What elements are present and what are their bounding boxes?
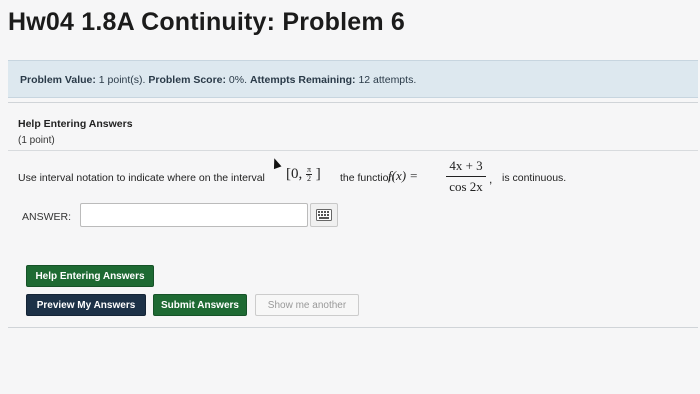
interval-left: [0, [286, 166, 303, 182]
interval-expression: [0, π 2 ] [286, 166, 321, 183]
problem-value-label: Problem Value: [20, 74, 96, 86]
problem-statement: Use interval notation to indicate where … [18, 158, 688, 198]
equation-editor-button[interactable] [310, 203, 338, 227]
divider [8, 102, 698, 103]
help-entering-answers-heading: Help Entering Answers [18, 118, 133, 130]
interval-right: ] [315, 166, 321, 182]
problem-score-label: Problem Score: [148, 74, 226, 86]
function-denominator: cos 2x [449, 179, 483, 194]
answer-input[interactable] [80, 203, 308, 227]
attempts-remaining-text: 12 attempts. [358, 74, 417, 86]
page-title: Hw04 1.8A Continuity: Problem 6 [8, 8, 406, 36]
function-fraction: 4x + 3 cos 2x [446, 158, 486, 195]
problem-info-bar: Problem Value: 1 point(s). Problem Score… [8, 60, 698, 98]
function-numerator: 4x + 3 [446, 158, 486, 177]
divider [8, 150, 698, 151]
question-text-end: is continuous. [502, 172, 567, 184]
problem-info-row: Problem Value: 1 point(s). Problem Score… [20, 74, 416, 86]
help-entering-answers-button[interactable]: Help Entering Answers [26, 265, 154, 287]
comma: , [489, 172, 493, 186]
interval-frac-denominator: 2 [307, 174, 312, 184]
keyboard-icon [316, 209, 332, 221]
question-text-middle: the function [340, 172, 395, 184]
problem-score-text: 0%. [228, 74, 248, 86]
interval-fraction: π 2 [306, 166, 313, 184]
divider [8, 327, 698, 328]
show-me-another-button[interactable]: Show me another [255, 294, 359, 316]
submit-answers-button[interactable]: Submit Answers [153, 294, 247, 316]
function-name: f(x) = [388, 168, 419, 183]
preview-my-answers-button[interactable]: Preview My Answers [26, 294, 146, 316]
problem-value-text: 1 point(s). [98, 74, 146, 86]
point-note: (1 point) [18, 135, 55, 146]
question-text-start: Use interval notation to indicate where … [18, 172, 265, 184]
answer-label: ANSWER: [22, 211, 72, 223]
attempts-remaining-label: Attempts Remaining: [249, 74, 356, 86]
